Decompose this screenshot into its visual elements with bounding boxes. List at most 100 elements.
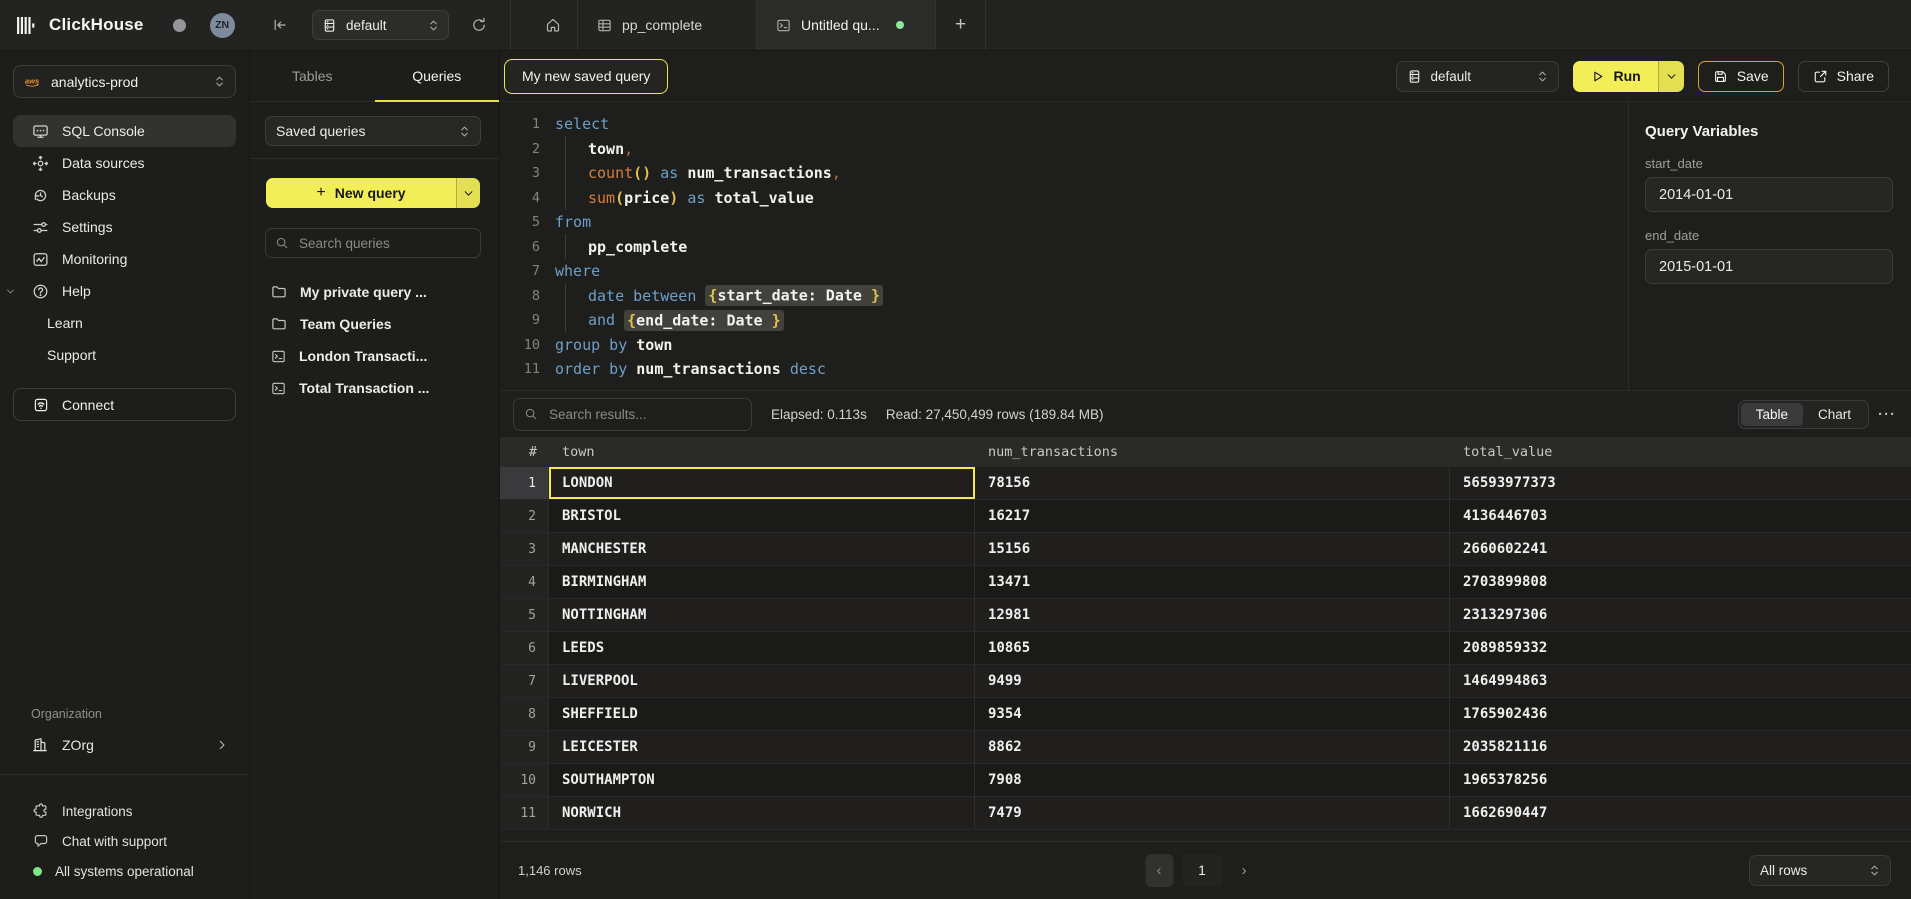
sidebar-item-sql-console[interactable]: SQL Console [13,115,236,147]
table-cell[interactable]: 1464994863 [1450,665,1911,697]
table-cell[interactable]: NORWICH [549,797,975,829]
next-page-button[interactable]: › [1231,854,1257,887]
chevron-down-icon [5,286,16,297]
saved-queries-selector[interactable]: Saved queries [265,116,481,146]
table-cell[interactable]: 1662690447 [1450,797,1911,829]
tab-queries[interactable]: Queries [375,51,500,101]
save-button[interactable]: Save [1698,61,1784,92]
table-cell[interactable]: SOUTHAMPTON [549,764,975,796]
sidebar-item-backups[interactable]: Backups [13,179,236,211]
active-tab-underline [375,100,500,102]
topbar-database-selector[interactable]: default [312,10,449,40]
search-results-input[interactable] [547,406,741,423]
sidebar-item-data-sources[interactable]: Data sources [13,147,236,179]
table-cell[interactable]: LIVERPOOL [549,665,975,697]
prev-page-button[interactable]: ‹ [1145,854,1173,887]
table-cell[interactable]: 2035821116 [1450,731,1911,763]
variable-label-start-date: start_date [1645,156,1893,171]
sidebar-item-help[interactable]: Help [13,275,236,307]
table-cell[interactable]: 8862 [975,731,1450,763]
workspace-selector[interactable]: aws analytics-prod [13,65,236,98]
table-cell[interactable]: 12981 [975,599,1450,631]
chevron-updown-icon [214,74,225,89]
table-cell[interactable]: BRISTOL [549,500,975,532]
table-cell[interactable]: 2313297306 [1450,599,1911,631]
saved-query-item-my-private-query[interactable]: My private query ... [250,276,499,308]
topbar-tab-pp-complete[interactable]: pp_complete [578,0,757,50]
new-tab-button[interactable]: + [936,0,986,50]
saved-query-item-london-transacti[interactable]: London Transacti... [250,340,499,372]
table-icon [597,18,612,33]
tab-tables[interactable]: Tables [250,51,375,101]
table-cell[interactable]: 16217 [975,500,1450,532]
table-cell[interactable]: 4136446703 [1450,500,1911,532]
sidebar-footer-integrations[interactable]: Integrations [0,796,249,826]
run-options-dropdown[interactable] [1658,61,1684,92]
sql-editor[interactable]: 1select2town,3count() as num_transaction… [500,102,1628,390]
footer-item-label: Integrations [62,804,133,819]
table-cell[interactable]: 9499 [975,665,1450,697]
sidebar-footer-all-systems-operational[interactable]: All systems operational [0,856,249,886]
row-number-cell: 10 [500,764,549,796]
chevron-updown-icon [1537,69,1548,84]
share-button[interactable]: Share [1798,61,1889,92]
new-query-dropdown[interactable] [456,178,480,208]
connect-button[interactable]: Connect [13,388,236,421]
row-number-cell: 4 [500,566,549,598]
table-cell[interactable]: 78156 [975,467,1450,499]
more-options-icon[interactable]: ··· [1878,406,1896,423]
saved-query-item-total-transaction[interactable]: Total Transaction ... [250,372,499,404]
home-button[interactable] [528,0,578,50]
saved-query-item-team-queries[interactable]: Team Queries [250,308,499,340]
organization-item[interactable]: ZOrg [0,730,249,760]
search-queries-input[interactable] [297,235,471,252]
refresh-icon[interactable] [465,11,493,39]
sidebar-item-learn[interactable]: Learn [13,307,236,339]
table-cell[interactable]: 2703899808 [1450,566,1911,598]
table-cell[interactable]: 2660602241 [1450,533,1911,565]
table-cell[interactable]: LEICESTER [549,731,975,763]
sidebar-item-label: SQL Console [62,123,145,139]
new-query-button[interactable]: + New query [266,178,480,208]
user-avatar[interactable]: ZN [210,13,235,38]
table-cell[interactable]: 7908 [975,764,1450,796]
variable-input-start-date[interactable] [1645,177,1893,212]
page-size-selector[interactable]: All rows [1749,855,1891,886]
code-line: 11order by num_transactions desc [500,357,1628,382]
sidebar-item-settings[interactable]: Settings [13,211,236,243]
sidebar-item-support[interactable]: Support [13,339,236,371]
saved-query-tab[interactable]: My new saved query [504,59,668,94]
table-cell[interactable]: MANCHESTER [549,533,975,565]
row-number-cell: 7 [500,665,549,697]
table-cell[interactable]: 15156 [975,533,1450,565]
sidebar-item-monitoring[interactable]: Monitoring [13,243,236,275]
table-cell[interactable]: 10865 [975,632,1450,664]
code-line: 10group by town [500,333,1628,358]
collapse-sidebar-icon[interactable] [266,11,294,39]
current-page[interactable]: 1 [1182,854,1222,887]
run-database-selector[interactable]: default [1396,61,1559,92]
query-panel-tabs: Tables Queries [250,51,499,102]
table-cell[interactable]: 9354 [975,698,1450,730]
variable-input-end-date[interactable] [1645,249,1893,284]
table-cell[interactable]: SHEFFIELD [549,698,975,730]
table-cell[interactable]: 1765902436 [1450,698,1911,730]
table-cell[interactable]: 1965378256 [1450,764,1911,796]
table-cell[interactable]: 2089859332 [1450,632,1911,664]
folder-icon [271,316,287,332]
sidebar-footer-chat-with-support[interactable]: Chat with support [0,826,249,856]
table-cell[interactable]: NOTTINGHAM [549,599,975,631]
view-table-button[interactable]: Table [1741,403,1803,426]
table-cell[interactable]: 56593977373 [1450,467,1911,499]
table-cell[interactable]: 13471 [975,566,1450,598]
code-text: sum(price) as total_value [555,189,1628,207]
table-cell[interactable]: BIRMINGHAM [549,566,975,598]
tab-label: Untitled qu... [801,17,880,33]
view-chart-button[interactable]: Chart [1803,403,1866,426]
table-cell[interactable]: LONDON [549,467,975,499]
table-cell[interactable]: LEEDS [549,632,975,664]
run-button[interactable]: Run [1573,61,1658,92]
terminal-icon [271,349,286,364]
table-cell[interactable]: 7479 [975,797,1450,829]
topbar-tab-untitled-qu[interactable]: Untitled qu... [757,0,936,50]
